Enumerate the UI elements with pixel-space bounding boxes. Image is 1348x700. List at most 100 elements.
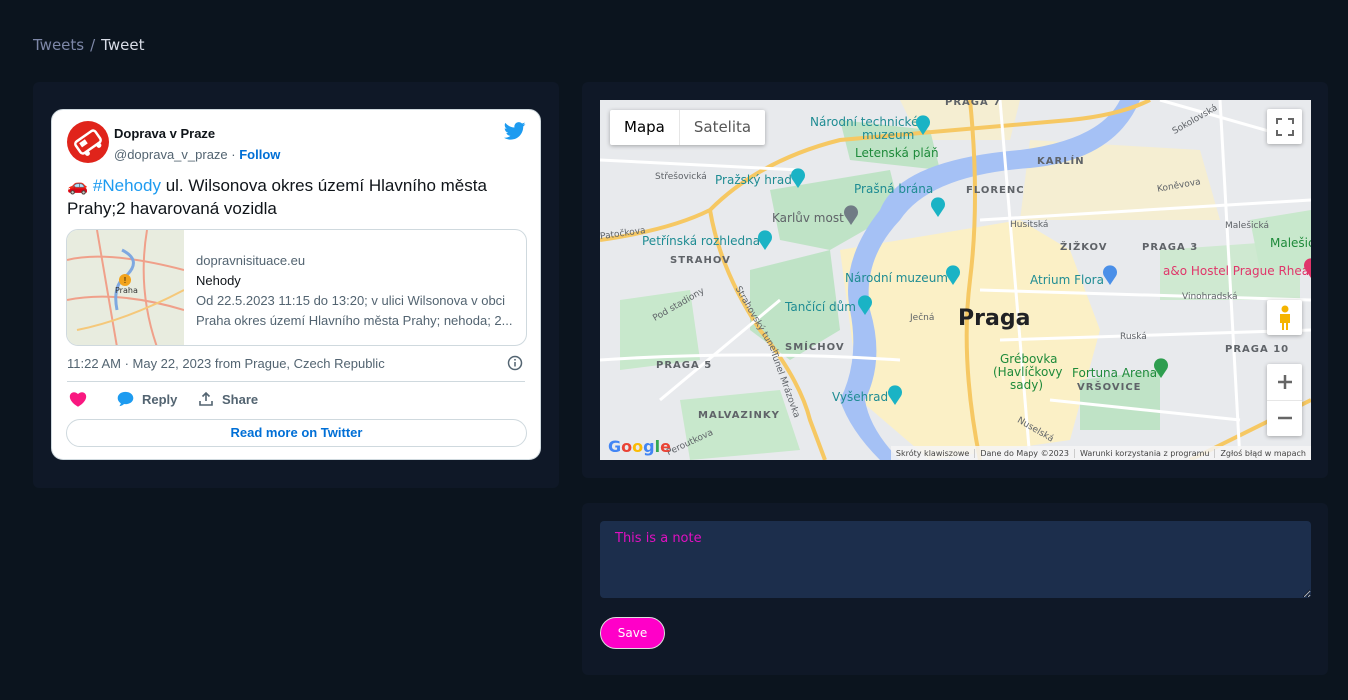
google-map[interactable]: Mapa Satelita PRAGA 7 Národní technické … xyxy=(600,100,1311,460)
reply-label: Reply xyxy=(142,391,178,407)
location-marker-icon[interactable] xyxy=(945,265,961,285)
map-label: PRAGA 7 xyxy=(945,100,1002,108)
map-label: Atrium Flora xyxy=(1030,273,1104,287)
map-label: Vyšehrad xyxy=(832,390,889,404)
link-title: Nehody xyxy=(196,273,241,288)
reply-button[interactable]: Reply xyxy=(117,391,177,407)
map-label: FLORENC xyxy=(966,185,1025,196)
follow-link[interactable]: Follow xyxy=(239,147,280,162)
terms-link[interactable]: Warunki korzystania z programu xyxy=(1073,448,1215,458)
museum-pin-icon[interactable] xyxy=(915,115,931,135)
map-label: Husitská xyxy=(1010,220,1049,230)
shopping-pin-icon[interactable] xyxy=(1102,265,1118,285)
map-label: Střešovická xyxy=(655,172,707,182)
tweet-timestamp[interactable]: 11:22 AM · May 22, 2023 from Prague, Cze… xyxy=(67,356,385,371)
map-label: Národní muzeum xyxy=(845,271,948,285)
link-domain: dopravnisituace.eu xyxy=(196,253,306,268)
map-label: Malešická xyxy=(1225,221,1270,231)
like-button[interactable] xyxy=(69,391,87,407)
map-label: Grébovka xyxy=(1000,352,1058,366)
hotel-pin-icon[interactable] xyxy=(1303,258,1311,278)
map-label: Letenská pláň xyxy=(855,146,939,160)
handle-text[interactable]: @doprava_v_praze xyxy=(114,147,228,162)
tweet-text: 🚗 #Nehody ul. Wilsonova okres území Hlav… xyxy=(67,174,527,220)
bridge-pin-icon[interactable] xyxy=(843,205,859,225)
map-label: Petřínská rozhledna xyxy=(642,234,761,248)
share-label: Share xyxy=(222,391,259,407)
minus-icon xyxy=(1277,416,1292,420)
handle-separator: · xyxy=(227,147,240,162)
author-name[interactable]: Doprava v Praze xyxy=(114,126,215,141)
save-button[interactable]: Save xyxy=(600,617,665,649)
divider xyxy=(67,381,525,382)
link-description-line1: Od 22.5.2023 11:15 do 13:20; v ulici Wil… xyxy=(196,293,506,308)
heart-icon xyxy=(69,392,87,407)
map-label: PRAGA 5 xyxy=(656,360,713,371)
zoom-control xyxy=(1267,364,1302,436)
street-view-pegman[interactable] xyxy=(1267,300,1302,335)
map-label: sady) xyxy=(1010,378,1044,392)
map-label: STRAHOV xyxy=(670,255,731,266)
map-label: Vinohradská xyxy=(1182,292,1238,302)
link-thumbnail-map: ! Praha xyxy=(67,230,185,345)
map-type-control: Mapa Satelita xyxy=(610,110,766,145)
breadcrumb-tweets-link[interactable]: Tweets xyxy=(33,36,84,54)
report-error-link[interactable]: Zgłoś błąd w mapach xyxy=(1214,448,1311,458)
map-type-satellite-button[interactable]: Satelita xyxy=(678,110,765,145)
map-label: Tančící dům xyxy=(785,300,856,314)
stadium-pin-icon[interactable] xyxy=(1153,358,1169,378)
photo-pin-icon[interactable] xyxy=(887,385,903,405)
map-label: PRAGA 10 xyxy=(1225,344,1290,355)
link-preview-card[interactable]: ! Praha dopravnisituace.eu Nehody Od 22.… xyxy=(66,229,527,346)
breadcrumb-current: Tweet xyxy=(101,36,145,54)
map-type-map-button[interactable]: Mapa xyxy=(610,110,679,145)
map-label: MALVAZINKY xyxy=(698,410,780,421)
author-handle: @doprava_v_praze · Follow xyxy=(114,147,280,162)
speech-bubble-icon xyxy=(117,391,134,407)
breadcrumb-separator: / xyxy=(90,36,96,54)
map-data-attribution: Dane do Mapy ©2023 xyxy=(974,448,1074,458)
share-upload-icon xyxy=(199,391,213,406)
photo-pin-icon[interactable] xyxy=(757,230,773,250)
tweet-embed: Doprava v Praze @doprava_v_praze · Follo… xyxy=(51,109,541,460)
plus-icon xyxy=(1277,375,1292,389)
map-city-label: Praga xyxy=(958,306,1031,331)
map-label: Národní technické xyxy=(810,115,919,129)
note-panel: This is a note Save xyxy=(582,503,1328,675)
hashtag-link[interactable]: #Nehody xyxy=(93,176,161,195)
map-label: Ruská xyxy=(1120,332,1147,342)
fullscreen-icon xyxy=(1275,117,1294,136)
google-logo[interactable]: Google xyxy=(608,437,671,456)
map-label: muzeum xyxy=(862,128,915,142)
thumb-city-label: Praha xyxy=(115,286,138,295)
link-description-line2: Praha okres území Hlavního města Prahy; … xyxy=(196,313,513,328)
zoom-out-button[interactable] xyxy=(1267,401,1302,436)
avatar[interactable] xyxy=(67,121,109,163)
map-label: Ječná xyxy=(910,313,935,323)
car-emoji: 🚗 xyxy=(67,176,89,195)
breadcrumb: Tweets / Tweet xyxy=(33,36,144,54)
svg-text:!: ! xyxy=(124,276,126,285)
map-label: Karlův most xyxy=(772,211,844,225)
map-label: Prašná brána xyxy=(854,182,934,196)
info-icon[interactable] xyxy=(507,355,523,376)
note-textarea[interactable]: This is a note xyxy=(600,521,1311,598)
pegman-icon xyxy=(1279,305,1290,330)
keyboard-shortcuts-link[interactable]: Skróty klawiszowe xyxy=(891,449,974,458)
fullscreen-button[interactable] xyxy=(1267,109,1302,144)
zoom-in-button[interactable] xyxy=(1267,365,1302,401)
photo-pin-icon[interactable] xyxy=(857,295,873,315)
map-label: (Havlíčkovy xyxy=(993,365,1063,379)
link-info: dopravnisituace.eu Nehody Od 22.5.2023 1… xyxy=(196,251,516,331)
landmark-pin-icon[interactable] xyxy=(930,197,946,217)
map-panel: Mapa Satelita PRAGA 7 Národní technické … xyxy=(582,82,1328,478)
share-button[interactable]: Share xyxy=(198,391,258,407)
map-label: ŽIŽKOV xyxy=(1060,242,1108,253)
map-label: PRAGA 3 xyxy=(1142,242,1199,253)
read-more-on-twitter-button[interactable]: Read more on Twitter xyxy=(66,419,527,447)
tweet-panel: Doprava v Praze @doprava_v_praze · Follo… xyxy=(33,82,559,488)
castle-pin-icon[interactable] xyxy=(790,168,806,188)
twitter-bird-icon[interactable] xyxy=(503,122,526,145)
car-crash-icon xyxy=(74,129,102,156)
map-footer: Skróty klawiszowe Dane do Mapy ©2023 War… xyxy=(890,446,1311,460)
